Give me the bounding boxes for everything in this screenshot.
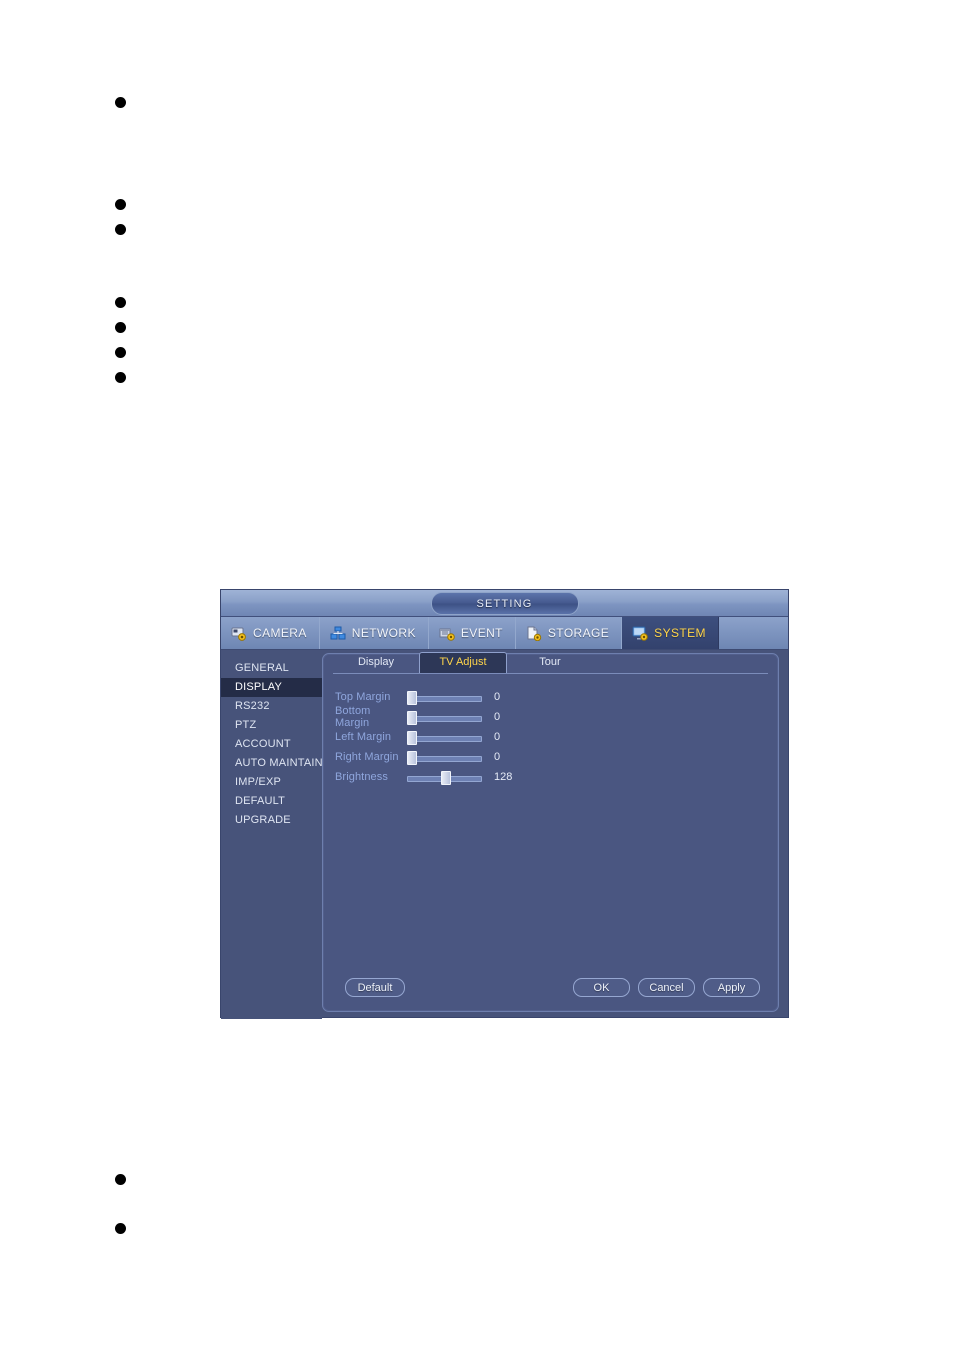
sub-tab-display[interactable]: Display xyxy=(333,652,419,672)
slider-track[interactable] xyxy=(407,736,482,742)
form-row-label: Right Margin xyxy=(335,751,399,763)
apply-button[interactable]: Apply xyxy=(703,978,760,997)
tab-bar-filler xyxy=(719,617,788,649)
form-row-label: Brightness xyxy=(335,771,388,783)
slider-handle[interactable] xyxy=(407,751,417,765)
setting-dialog: SETTING CAMERA NETWORK EVENT STORAGE SYSTEM … xyxy=(221,590,788,1019)
main-tab-label: NETWORK xyxy=(351,626,416,640)
list-bullet xyxy=(115,224,126,235)
slider-value: 0 xyxy=(494,731,501,743)
sidebar-item-auto-maintain[interactable]: AUTO MAINTAIN xyxy=(221,754,323,773)
slider-brightness[interactable] xyxy=(407,770,482,785)
slider-right-margin[interactable] xyxy=(407,750,482,765)
sub-tab-tour[interactable]: Tour xyxy=(507,652,593,672)
sidebar-item-ptz[interactable]: PTZ xyxy=(221,716,322,735)
sidebar-item-upgrade[interactable]: UPGRADE xyxy=(221,811,322,830)
main-tab-label: CAMERA xyxy=(253,626,307,640)
slider-value: 0 xyxy=(494,691,501,703)
camera-gear-icon xyxy=(231,626,248,641)
event-gear-icon xyxy=(439,626,456,641)
slider-track[interactable] xyxy=(407,716,482,722)
system-gear-icon xyxy=(632,626,649,641)
slider-handle[interactable] xyxy=(440,771,451,785)
slider-left-margin[interactable] xyxy=(407,730,482,745)
default-button[interactable]: Default xyxy=(345,978,405,997)
sidebar-item-display[interactable]: DISPLAY xyxy=(221,678,322,697)
list-bullet xyxy=(115,199,126,210)
list-bullet xyxy=(115,347,126,358)
form-row: Brightness 128 xyxy=(335,767,766,787)
sidebar-item-imp-exp[interactable]: IMP/EXP xyxy=(221,773,322,792)
slider-value: 128 xyxy=(494,771,513,783)
content-area: Display TV Adjust Tour Top Margin 0 Bottom M… xyxy=(322,650,788,1019)
slider-track[interactable] xyxy=(407,756,482,762)
main-tab-label: EVENT xyxy=(460,626,503,640)
page-title: SETTING xyxy=(430,592,579,615)
network-nodes-icon xyxy=(330,626,347,641)
form-row-label: Left Margin xyxy=(335,731,392,743)
sidebar-item-account[interactable]: ACCOUNT xyxy=(221,735,322,754)
main-tab-bar[interactable]: CAMERA NETWORK EVENT STORAGE SYSTEM xyxy=(221,617,788,650)
form-row-label: Bottom Margin xyxy=(335,705,371,729)
list-bullet xyxy=(115,322,126,333)
form-row: Right Margin 0 xyxy=(335,747,766,767)
main-tab-camera[interactable]: CAMERA xyxy=(221,617,320,649)
slider-bottom-margin[interactable] xyxy=(407,710,482,725)
sub-tab-bar[interactable]: Display TV Adjust Tour xyxy=(333,652,768,674)
form-row: Bottom Margin 0 xyxy=(335,705,766,729)
main-tab-storage[interactable]: STORAGE xyxy=(516,617,623,649)
main-tab-network[interactable]: NETWORK xyxy=(320,617,429,649)
content-panel: Display TV Adjust Tour Top Margin 0 Bottom M… xyxy=(322,652,779,1012)
list-bullet xyxy=(115,372,126,383)
slider-track[interactable] xyxy=(407,696,482,702)
slider-value: 0 xyxy=(494,751,501,763)
dialog-body: GENERAL DISPLAY RS232 PTZ ACCOUNT AUTO MAINTA… xyxy=(221,650,788,1019)
list-bullet xyxy=(115,97,126,108)
slider-handle[interactable] xyxy=(407,691,417,705)
form-row: Left Margin 0 xyxy=(335,727,766,747)
list-bullet xyxy=(115,1174,126,1185)
sidebar-item-default[interactable]: DEFAULT xyxy=(221,792,322,811)
cancel-button[interactable]: Cancel xyxy=(638,978,695,997)
slider-handle[interactable] xyxy=(407,711,417,725)
storage-gear-icon xyxy=(526,626,543,641)
sub-tab-tv-adjust[interactable]: TV Adjust xyxy=(419,652,507,673)
dialog-title-bar: SETTING xyxy=(221,590,788,617)
tv-adjust-form: Top Margin 0 Bottom Margin 0 Left Margin 0 Rig… xyxy=(335,687,766,787)
slider-top-margin[interactable] xyxy=(407,690,482,705)
sidebar-item-rs232[interactable]: RS232 xyxy=(221,697,322,716)
sidebar-item-general[interactable]: GENERAL xyxy=(221,659,322,678)
form-row: Top Margin 0 xyxy=(335,687,766,707)
list-bullet xyxy=(115,297,126,308)
main-tab-label: SYSTEM xyxy=(654,626,706,640)
ok-button[interactable]: OK xyxy=(573,978,630,997)
list-bullet xyxy=(115,1223,126,1234)
slider-handle[interactable] xyxy=(407,731,417,745)
main-tab-label: STORAGE xyxy=(547,626,610,640)
slider-value: 0 xyxy=(494,711,501,723)
main-tab-system[interactable]: SYSTEM xyxy=(622,617,719,649)
dialog-action-buttons: OK Cancel Apply xyxy=(573,978,760,997)
form-row-label: Top Margin xyxy=(335,691,391,703)
main-tab-event[interactable]: EVENT xyxy=(429,617,516,649)
sidebar-menu[interactable]: GENERAL DISPLAY RS232 PTZ ACCOUNT AUTO MAINTA… xyxy=(221,650,323,1019)
